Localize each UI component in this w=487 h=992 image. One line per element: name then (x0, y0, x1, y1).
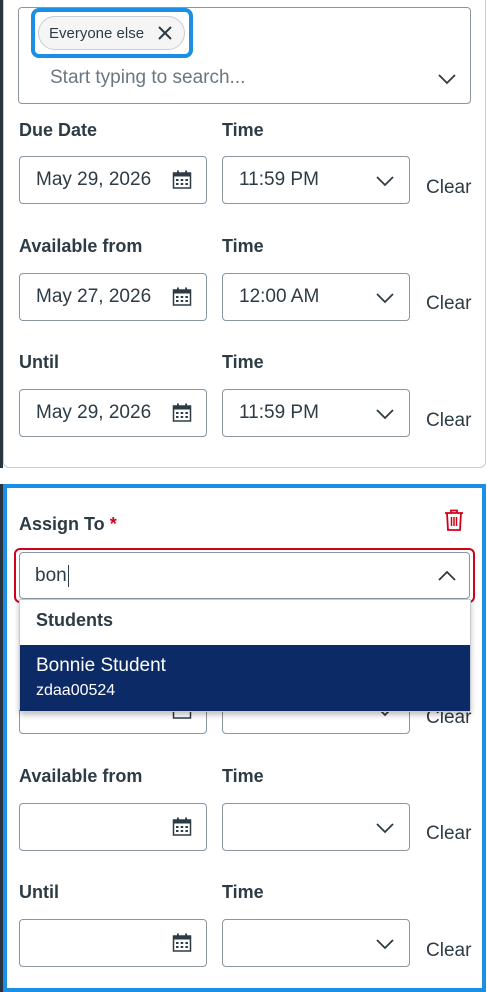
assign-to-label-text: Assign To (19, 514, 105, 534)
available-from-label: Available from (19, 766, 143, 786)
until-label: Until (19, 882, 59, 902)
assignee-tag-label: Everyone else (49, 24, 145, 42)
chevron-up-icon[interactable] (437, 570, 457, 582)
option-sis-id: zdaa00524 (36, 682, 116, 699)
assign-options-listbox: Students Bonnie Student zdaa00524 (19, 599, 471, 712)
available-from-time-select[interactable] (222, 803, 410, 851)
search-placeholder: Start typing to search... (50, 67, 246, 88)
close-icon[interactable] (156, 24, 174, 42)
trash-icon[interactable] (443, 508, 465, 532)
until-label: Until (19, 352, 59, 372)
time-label: Time (222, 882, 264, 902)
chevron-down-icon (376, 409, 394, 420)
available-from-time-value: 12:00 AM (239, 286, 320, 307)
due-date-input[interactable]: May 29, 2026 (19, 156, 207, 204)
until-date-input[interactable]: May 29, 2026 (19, 389, 207, 437)
available-from-date-input[interactable]: May 27, 2026 (19, 273, 207, 321)
calendar-icon[interactable] (172, 933, 192, 953)
option-group-students: Students (36, 610, 114, 630)
available-from-date-value: May 27, 2026 (36, 286, 152, 307)
assign-to-label: Assign To * (19, 514, 117, 535)
until-date-value: May 29, 2026 (36, 402, 152, 423)
until-date-input[interactable] (19, 919, 207, 967)
until-time-select[interactable] (222, 919, 410, 967)
assignee-tag[interactable]: Everyone else (38, 16, 185, 50)
due-time-select[interactable]: 11:59 PM (222, 156, 410, 204)
until-time-value: 11:59 PM (239, 402, 319, 423)
calendar-icon[interactable] (172, 817, 192, 837)
clear-until-button[interactable]: Clear (426, 410, 471, 432)
clear-available-button[interactable]: Clear (426, 293, 471, 315)
time-label: Time (222, 236, 264, 256)
due-date-label: Due Date (19, 120, 98, 140)
calendar-icon[interactable] (172, 403, 192, 423)
clear-due-button[interactable]: Clear (426, 177, 471, 199)
chevron-down-icon (376, 293, 394, 304)
chevron-down-icon (376, 823, 394, 834)
assign-search-input[interactable]: bon (19, 552, 470, 599)
chevron-down-icon[interactable] (437, 73, 457, 85)
chevron-down-icon (376, 176, 394, 187)
available-from-time-select[interactable]: 12:00 AM (222, 273, 410, 321)
until-time-select[interactable]: 11:59 PM (222, 389, 410, 437)
due-time-value: 11:59 PM (239, 169, 319, 190)
search-value: bon (35, 564, 67, 586)
available-from-label: Available from (19, 236, 143, 256)
calendar-icon[interactable] (172, 287, 192, 307)
option-bonnie-student[interactable]: Bonnie Student zdaa00524 (20, 645, 470, 711)
text-caret (67, 564, 69, 587)
option-name: Bonnie Student (36, 655, 166, 676)
clear-until-button[interactable]: Clear (426, 940, 471, 962)
time-label: Time (222, 766, 264, 786)
available-from-date-input[interactable] (19, 803, 207, 851)
time-label: Time (222, 120, 264, 140)
due-date-value: May 29, 2026 (36, 169, 152, 190)
time-label: Time (222, 352, 264, 372)
calendar-icon[interactable] (172, 170, 192, 190)
chevron-down-icon (376, 939, 394, 950)
required-marker: * (109, 514, 117, 534)
clear-available-button[interactable]: Clear (426, 823, 471, 845)
